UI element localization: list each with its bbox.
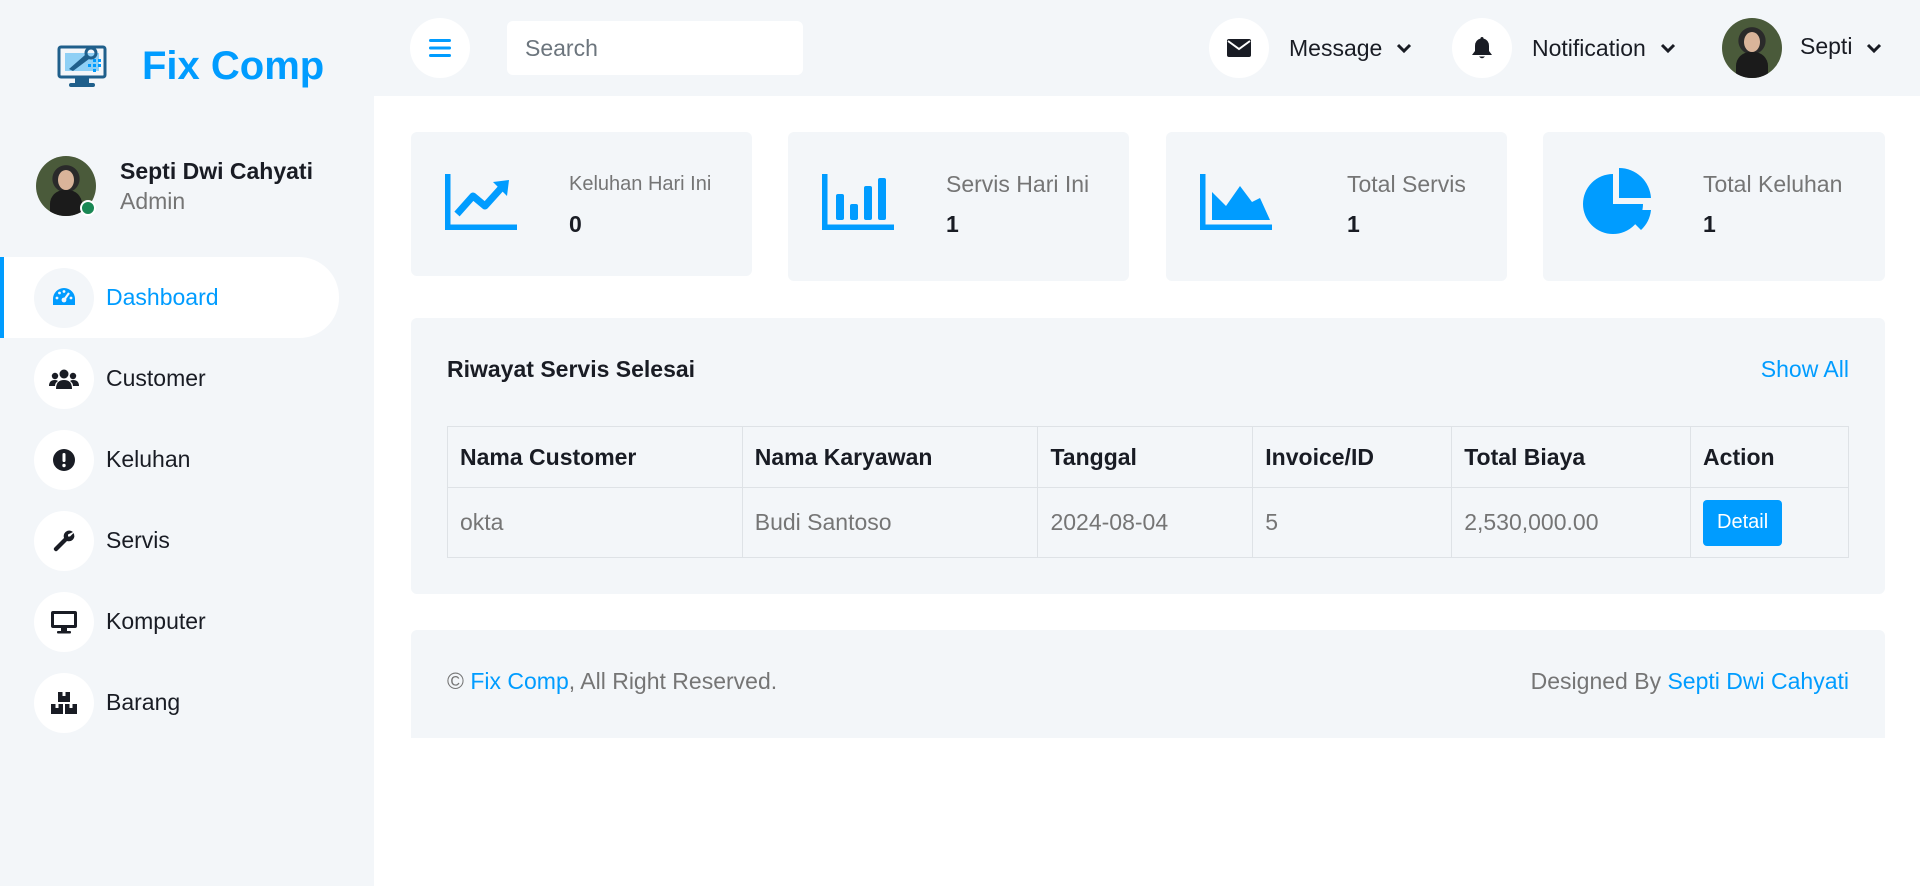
sidebar-item-komputer[interactable]: Komputer [0, 581, 374, 662]
stat-value: 1 [946, 211, 959, 237]
stat-label: Total Servis [1347, 171, 1466, 197]
boxes-icon [34, 672, 94, 733]
footer: © Fix Comp, All Right Reserved. Designed… [411, 630, 1885, 738]
service-history-panel: Riwayat Servis Selesai Show All Nama Cus… [411, 318, 1885, 594]
desktop-icon [34, 591, 94, 652]
sidebar-item-servis[interactable]: Servis [0, 500, 374, 581]
chevron-down-icon [1396, 42, 1412, 54]
sidebar-item-dashboard[interactable]: Dashboard [0, 257, 339, 338]
show-all-link[interactable]: Show All [1761, 356, 1849, 383]
chevron-down-icon [1866, 42, 1882, 54]
app: Fix Comp Septi Dwi Cahyati Admin Dashboa… [0, 0, 1920, 886]
sidebar-item-label: Barang [106, 689, 181, 715]
profile-role: Admin [120, 188, 186, 214]
brand-name: Fix Comp [142, 43, 325, 88]
sidebar-nav: Dashboard Customer Keluhan Servis Komput… [0, 257, 374, 743]
hamburger-icon [429, 39, 451, 57]
brand[interactable]: Fix Comp [54, 38, 324, 94]
column-header: Nama Karyawan [741, 426, 1039, 488]
footer-rights: , All Right Reserved. [568, 668, 778, 694]
search-input[interactable] [507, 21, 803, 75]
service-history-table: Nama Customer Nama Karyawan Tanggal Invo… [447, 426, 1849, 558]
sidebar-item-label: Servis [106, 527, 170, 553]
footer-copyright: © Fix Comp, All Right Reserved. [447, 668, 777, 695]
user-dropdown[interactable]: Septi [1722, 18, 1882, 78]
column-header: Invoice/ID [1252, 426, 1453, 488]
chart-area-icon [1198, 172, 1274, 235]
sidebar-toggle-button[interactable] [410, 18, 470, 78]
column-header: Total Biaya [1451, 426, 1692, 488]
message-label: Message [1289, 34, 1383, 61]
envelope-icon [1209, 18, 1269, 78]
designer-link[interactable]: Septi Dwi Cahyati [1667, 668, 1849, 694]
stat-card-keluhan-hari-ini: Keluhan Hari Ini 0 [411, 132, 752, 276]
sidebar-item-label: Dashboard [106, 284, 219, 310]
stat-card-servis-hari-ini: Servis Hari Ini 1 [788, 132, 1129, 281]
stat-card-total-keluhan: Total Keluhan 1 [1543, 132, 1885, 281]
profile-name: Septi Dwi Cahyati [120, 158, 313, 184]
sidebar-item-label: Keluhan [106, 446, 191, 472]
cell-invoice: 5 [1252, 487, 1453, 558]
stat-label: Keluhan Hari Ini [569, 173, 712, 195]
copyright-symbol: © [447, 668, 464, 694]
users-icon [34, 348, 94, 409]
notification-label: Notification [1532, 34, 1646, 61]
chart-pie-icon [1577, 167, 1655, 249]
stat-label: Total Keluhan [1703, 171, 1843, 197]
chart-line-icon [443, 172, 519, 235]
stat-value: 1 [1347, 211, 1360, 237]
footer-brand-link[interactable]: Fix Comp [470, 668, 568, 694]
stat-value: 0 [569, 211, 582, 237]
column-header: Tanggal [1037, 426, 1254, 488]
column-header: Action [1690, 426, 1849, 488]
sidebar-profile: Septi Dwi Cahyati Admin [36, 156, 313, 216]
message-dropdown[interactable]: Message [1209, 18, 1412, 78]
sidebar: Fix Comp Septi Dwi Cahyati Admin Dashboa… [0, 0, 374, 886]
tachometer-icon [34, 267, 94, 328]
stat-card-total-servis: Total Servis 1 [1166, 132, 1507, 281]
notification-dropdown[interactable]: Notification [1452, 18, 1676, 78]
footer-credit: Designed By Septi Dwi Cahyati [1531, 668, 1849, 695]
detail-button[interactable]: Detail [1703, 499, 1783, 546]
avatar [36, 156, 96, 216]
cell-action: Detail [1690, 487, 1849, 558]
sidebar-item-barang[interactable]: Barang [0, 662, 374, 743]
sidebar-item-label: Komputer [106, 608, 206, 634]
stat-label: Servis Hari Ini [946, 171, 1090, 197]
designed-by-label: Designed By [1530, 668, 1662, 694]
sidebar-item-customer[interactable]: Customer [0, 338, 374, 419]
wrench-icon [34, 510, 94, 571]
column-header: Nama Customer [447, 426, 743, 488]
cell-total: 2,530,000.00 [1451, 487, 1692, 558]
sidebar-item-keluhan[interactable]: Keluhan [0, 419, 374, 500]
stat-value: 1 [1703, 211, 1716, 237]
computer-repair-icon [54, 38, 110, 94]
chart-bar-icon [820, 172, 896, 235]
table-row: okta Budi Santoso 2024-08-04 5 2,530,000… [447, 487, 1849, 558]
sidebar-item-label: Customer [106, 365, 206, 391]
bell-icon [1452, 18, 1512, 78]
exclamation-icon [34, 429, 94, 490]
panel-title: Riwayat Servis Selesai [447, 356, 696, 382]
avatar [1722, 18, 1782, 78]
table-header-row: Nama Customer Nama Karyawan Tanggal Invo… [447, 426, 1849, 488]
online-status-dot [80, 200, 96, 216]
cell-employee: Budi Santoso [741, 487, 1039, 558]
topbar: Message Notification Septi [374, 0, 1920, 96]
chevron-down-icon [1660, 42, 1676, 54]
user-name-label: Septi [1800, 32, 1853, 59]
cell-date: 2024-08-04 [1037, 487, 1254, 558]
cell-customer: okta [447, 487, 743, 558]
